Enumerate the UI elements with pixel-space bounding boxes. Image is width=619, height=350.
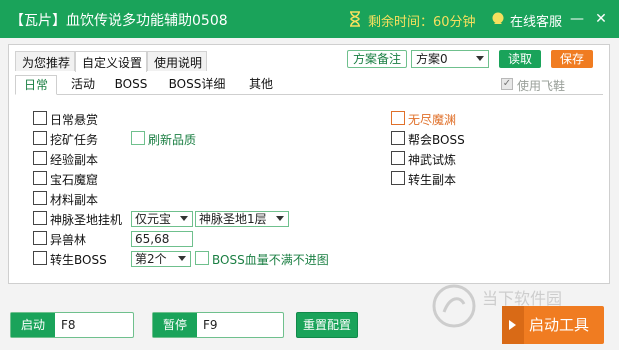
divine-trial-checkbox[interactable] — [391, 151, 405, 165]
rebirth-boss-value: 第2个 — [135, 252, 167, 266]
endless-abyss-label: 无尽魔渊 — [408, 113, 457, 127]
sacred-land-floor-select[interactable]: 神脉圣地1层 — [195, 211, 289, 227]
material-dungeon-label: 材料副本 — [50, 193, 99, 207]
reset-config-button[interactable]: 重置配置 — [296, 312, 358, 338]
tab-recommended[interactable]: 为您推荐 — [15, 51, 75, 71]
start-tool-button[interactable]: 启动工具 — [502, 306, 604, 344]
rebirth-boss-label: 转生BOSS — [50, 253, 107, 267]
beast-forest-checkbox[interactable] — [33, 231, 47, 245]
refresh-quality-checkbox[interactable] — [131, 131, 145, 145]
fly-shoes-label: 使用飞鞋 — [517, 79, 566, 93]
save-button[interactable]: 保存 — [551, 50, 593, 68]
start-hotkey-input[interactable]: F8 — [61, 313, 76, 337]
beast-forest-label: 异兽林 — [50, 233, 87, 247]
divine-trial-label: 神武试炼 — [408, 153, 457, 167]
exp-dungeon-label: 经验副本 — [50, 153, 99, 167]
gem-cave-label: 宝石魔窟 — [50, 173, 99, 187]
start-hotkey-group: 启动 F8 — [10, 312, 134, 338]
sub-tab-bar: 日常 活动 BOSS BOSS详细 其他 — [15, 73, 603, 95]
pause-hotkey-input[interactable]: F9 — [203, 313, 218, 337]
tab-daily[interactable]: 日常 — [15, 75, 57, 95]
rebirth-dungeon-checkbox[interactable] — [391, 171, 405, 185]
tab-boss[interactable]: BOSS — [111, 75, 151, 95]
mining-task-label: 挖矿任务 — [50, 133, 99, 147]
hourglass-icon — [350, 11, 360, 27]
load-button[interactable]: 读取 — [499, 50, 541, 68]
rebirth-boss-select[interactable]: 第2个 — [131, 251, 191, 267]
sacred-land-floor-value: 神脉圣地1层 — [199, 212, 267, 226]
app-window: 【瓦片】血饮传说多功能辅助0508 剩余时间：60分钟 在线客服 — ✕ 为您推… — [0, 0, 619, 350]
tab-instructions[interactable]: 使用说明 — [147, 51, 207, 71]
close-button[interactable]: ✕ — [592, 10, 610, 28]
beast-forest-coords-input[interactable]: 65,68 — [131, 231, 193, 247]
fly-shoes-checkbox[interactable]: ✓ — [501, 78, 513, 90]
exp-dungeon-checkbox[interactable] — [33, 151, 47, 165]
online-support-link[interactable]: 在线客服 — [510, 11, 562, 30]
sacred-land-mode-select[interactable]: 仅元宝 — [131, 211, 193, 227]
title-bar: 【瓦片】血饮传说多功能辅助0508 剩余时间：60分钟 在线客服 — ✕ — [0, 0, 619, 38]
support-icon[interactable] — [490, 11, 506, 27]
play-icon — [502, 306, 524, 344]
minimize-button[interactable]: — — [568, 10, 586, 28]
daily-bounty-checkbox[interactable] — [33, 111, 47, 125]
scheme-select-value: 方案0 — [416, 52, 448, 66]
daily-bounty-label: 日常悬赏 — [50, 113, 99, 127]
guild-boss-label: 帮会BOSS — [408, 133, 465, 147]
remaining-time: 剩余时间：60分钟 — [368, 15, 476, 30]
scheme-select[interactable]: 方案0 — [411, 50, 489, 68]
guild-boss-checkbox[interactable] — [391, 131, 405, 145]
chevron-down-icon — [476, 56, 484, 61]
gem-cave-checkbox[interactable] — [33, 171, 47, 185]
chevron-down-icon — [178, 256, 186, 261]
tab-boss-detail[interactable]: BOSS详细 — [163, 75, 231, 95]
sacred-land-mode-value: 仅元宝 — [135, 212, 172, 226]
sacred-land-checkbox[interactable] — [33, 211, 47, 225]
start-hotkey-label: 启动 — [11, 313, 55, 337]
pause-hotkey-label: 暂停 — [153, 313, 197, 337]
rebirth-dungeon-label: 转生副本 — [408, 173, 457, 187]
tab-events[interactable]: 活动 — [63, 75, 103, 95]
tab-custom-settings[interactable]: 自定义设置 — [75, 51, 147, 72]
endless-abyss-checkbox[interactable] — [391, 111, 405, 125]
chevron-down-icon — [276, 216, 284, 221]
refresh-quality-label: 刷新品质 — [148, 133, 197, 147]
tab-other[interactable]: 其他 — [241, 75, 281, 95]
chevron-down-icon — [180, 216, 188, 221]
material-dungeon-checkbox[interactable] — [33, 191, 47, 205]
pause-hotkey-group: 暂停 F9 — [152, 312, 284, 338]
boss-hp-skip-label: BOSS血量不满不进图 — [212, 253, 329, 267]
scheme-note-button[interactable]: 方案备注 — [347, 50, 407, 68]
rebirth-boss-checkbox[interactable] — [33, 251, 47, 265]
boss-hp-skip-checkbox[interactable] — [195, 251, 209, 265]
start-tool-label: 启动工具 — [529, 316, 590, 334]
sacred-land-label: 神脉圣地挂机 — [50, 213, 123, 227]
main-panel: 为您推荐 自定义设置 使用说明 方案备注 方案0 读取 保存 日常 活动 BOS… — [8, 44, 610, 284]
mining-task-checkbox[interactable] — [33, 131, 47, 145]
window-title: 【瓦片】血饮传说多功能辅助0508 — [10, 13, 228, 29]
